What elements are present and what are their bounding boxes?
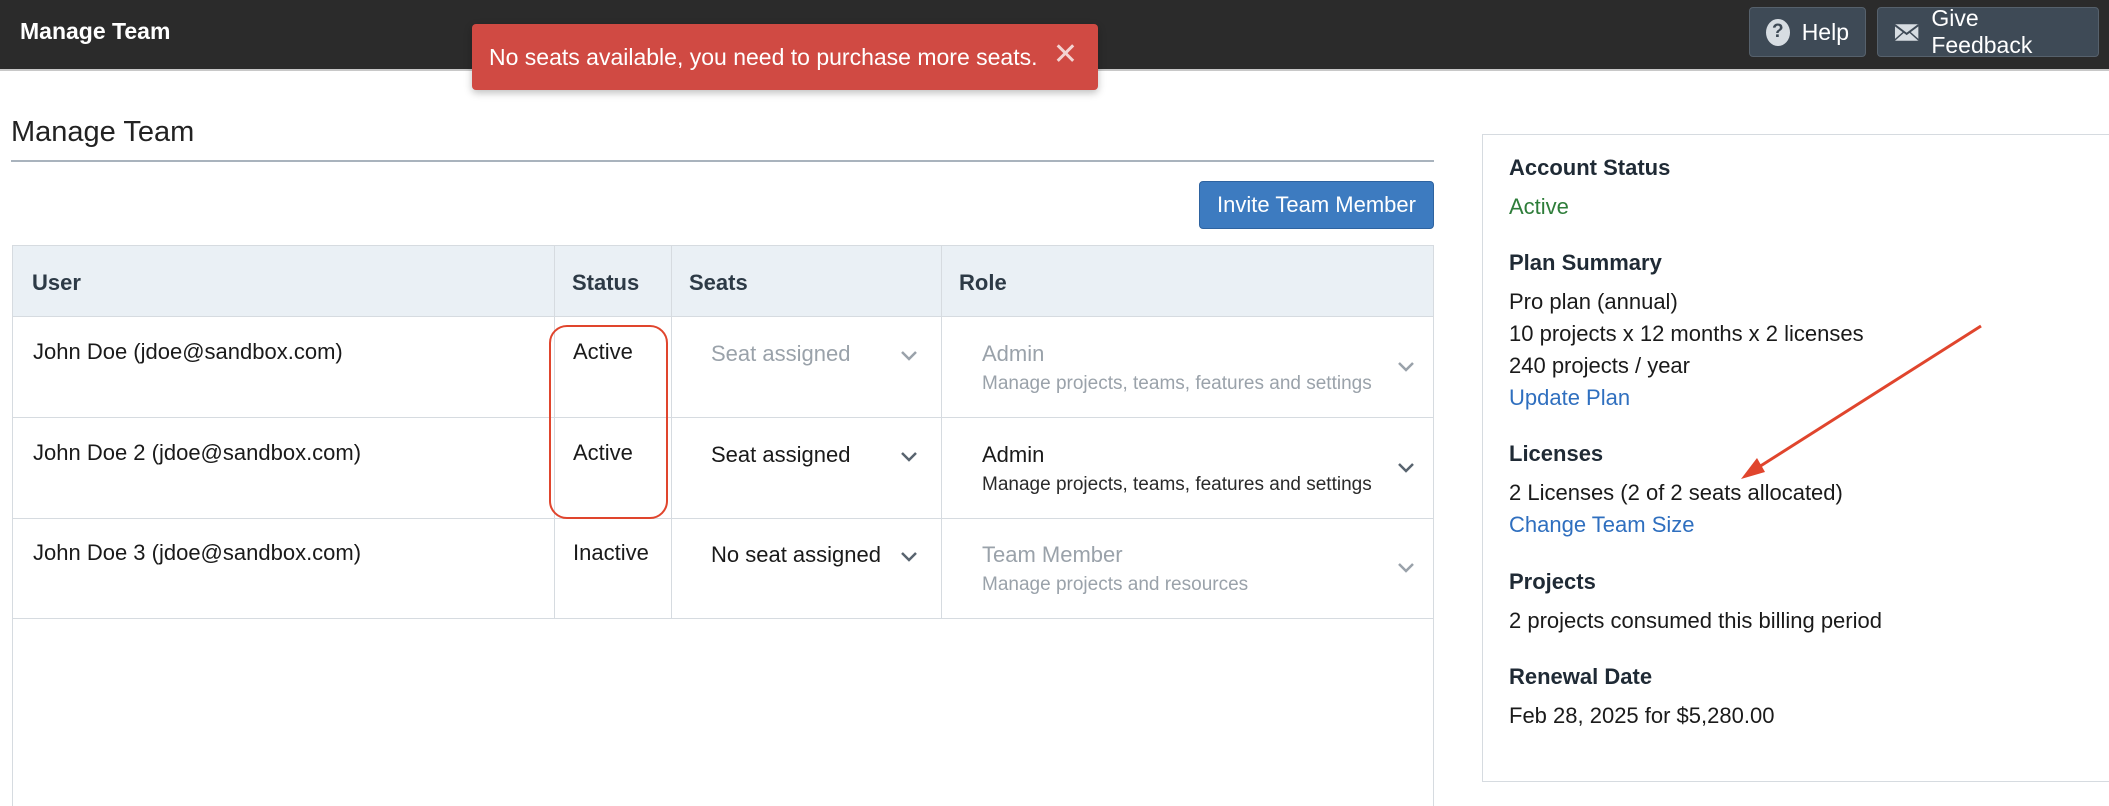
column-header-seats: Seats [689,270,748,295]
heading-divider [11,160,1434,162]
help-label: Help [1801,18,1849,45]
column-header-user: User [32,270,81,295]
table-row: John Doe 3 (jdoe@sandbox.com) Inactive N… [13,519,1433,619]
chevron-down-icon [901,452,917,462]
seat-select-value: No seat assigned [711,542,881,567]
column-divider [941,246,942,619]
invite-team-member-button[interactable]: Invite Team Member [1199,181,1434,229]
role-description: Manage projects, teams, features and set… [982,373,1372,394]
renewal-date-value: Feb 28, 2025 for $5,280.00 [1509,703,1775,728]
seat-select-value: Seat assigned [711,341,851,366]
help-button[interactable]: ? Help [1749,7,1866,57]
role-description: Manage projects, teams, features and set… [982,474,1372,495]
seat-select-value: Seat assigned [711,442,851,467]
user-name: John Doe 2 (jdoe@sandbox.com) [33,440,362,465]
table-row: John Doe 2 (jdoe@sandbox.com) Active Sea… [13,418,1433,519]
question-circle-icon: ? [1766,18,1790,46]
plan-summary-label: Plan Summary [1509,250,1662,275]
table-row: John Doe (jdoe@sandbox.com) Active Seat … [13,317,1433,418]
app-title: Manage Team [20,18,171,44]
table-header-row: User Status Seats Role [13,246,1433,317]
projects-value: 2 projects consumed this billing period [1509,608,1882,633]
user-status: Inactive [573,540,649,565]
team-table: User Status Seats Role John Doe (jdoe@sa… [12,245,1434,806]
role-select-value: Admin [982,442,1045,467]
chevron-down-icon [901,351,917,361]
user-name: John Doe 3 (jdoe@sandbox.com) [33,540,362,565]
role-select[interactable]: Team Member Manage projects and resource… [955,519,1433,619]
account-status-label: Account Status [1509,155,1671,180]
page-title: Manage Team [11,116,195,148]
give-feedback-button[interactable]: Give Feedback [1877,5,2099,58]
projects-label: Projects [1509,569,1596,594]
update-plan-link[interactable]: Update Plan [1509,385,1630,411]
role-select-value: Admin [982,341,1045,366]
seat-select[interactable]: Seat assigned [686,418,954,518]
seat-select[interactable]: No seat assigned [686,519,954,619]
role-select-value: Team Member [982,542,1123,567]
give-feedback-label: Give Feedback [1931,5,2033,58]
role-select[interactable]: Admin Manage projects, teams, features a… [955,317,1433,417]
chevron-down-icon [1398,563,1414,573]
toast-message: No seats available, you need to purchase… [489,43,1038,70]
chevron-down-icon [901,552,917,562]
chevron-down-icon [1398,463,1414,473]
role-description: Manage projects and resources [982,574,1249,595]
close-icon[interactable]: ✕ [1053,40,1078,70]
status-highlight-annotation [549,325,668,519]
chevron-down-icon [1398,362,1414,372]
seat-select[interactable]: Seat assigned [686,317,954,417]
column-header-role: Role [959,270,1007,295]
annotation-arrow-icon [1741,324,1982,479]
column-header-status: Status [572,270,640,295]
renewal-date-label: Renewal Date [1509,664,1653,689]
account-status-value: Active [1509,194,1569,219]
change-team-size-link[interactable]: Change Team Size [1509,512,1695,538]
mail-icon [1894,23,1919,41]
plan-line: 240 projects / year [1509,353,1690,378]
error-toast: No seats available, you need to purchase… [472,24,1098,90]
role-select[interactable]: Admin Manage projects, teams, features a… [955,418,1433,518]
user-name: John Doe (jdoe@sandbox.com) [33,339,343,364]
plan-line: Pro plan (annual) [1509,289,1678,314]
licenses-label: Licenses [1509,441,1604,466]
licenses-value: 2 Licenses (2 of 2 seats allocated) [1509,480,1843,505]
column-divider [671,246,672,619]
